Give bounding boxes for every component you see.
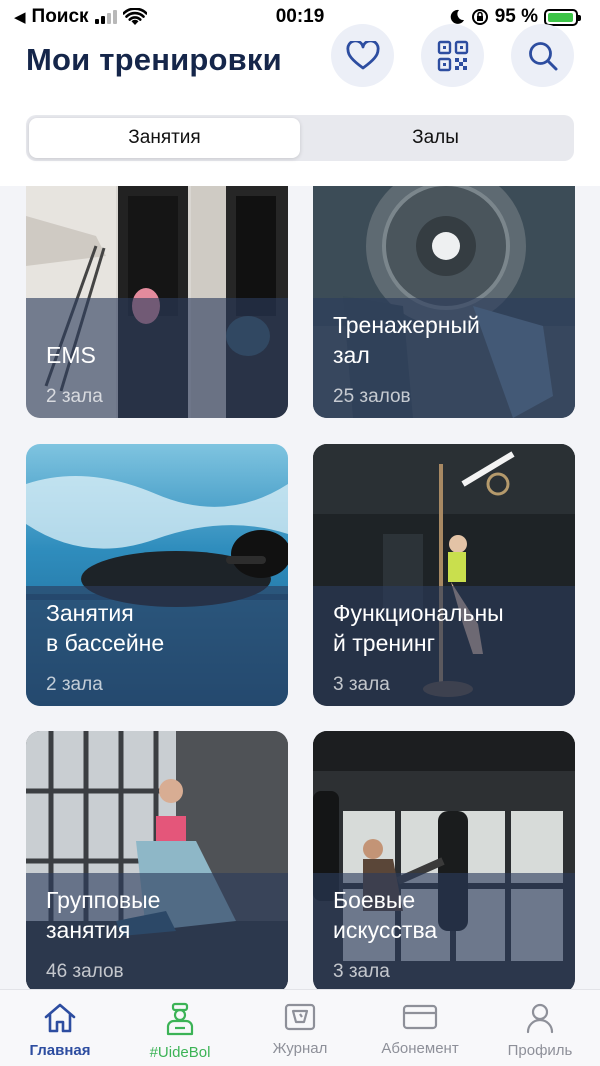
- header-actions: [331, 24, 574, 87]
- journal-icon: [284, 1003, 316, 1031]
- category-count: 46 залов: [46, 961, 124, 982]
- tab-label: Журнал: [272, 1040, 328, 1057]
- bottom-tab-bar: Главная #UideBol Журнал Абонемент Профил…: [0, 989, 600, 1066]
- category-title: Тренажерный зал: [333, 312, 480, 368]
- tab-subscription[interactable]: Абонемент: [360, 1002, 480, 1057]
- category-card-pool[interactable]: Занятия в бассейне 2 зала: [26, 444, 288, 706]
- home-icon: [44, 1003, 76, 1033]
- workout-categories-grid: EMS 2 зала Тренажерный зал 25 залов Заня…: [0, 186, 600, 989]
- category-count: 3 зала: [333, 961, 390, 982]
- segment-gyms[interactable]: Залы: [300, 118, 571, 158]
- tab-profile[interactable]: Профиль: [480, 1002, 600, 1059]
- category-count: 3 зала: [333, 674, 390, 695]
- search-button[interactable]: [511, 24, 574, 87]
- tab-label: Абонемент: [381, 1040, 459, 1057]
- heart-icon: [345, 40, 380, 69]
- category-title: Функциональны й тренинг: [333, 600, 504, 656]
- tab-uidebol[interactable]: #UideBol: [120, 1002, 240, 1061]
- category-title: Занятия в бассейне: [46, 600, 165, 656]
- category-card-martial-arts[interactable]: Боевые искусства 3 зала: [313, 731, 575, 989]
- category-count: 25 залов: [333, 386, 411, 407]
- category-count: 2 зала: [46, 386, 103, 407]
- category-card-group[interactable]: Групповые занятия 46 залов: [26, 731, 288, 989]
- category-title: Групповые занятия: [46, 887, 161, 943]
- segment-classes[interactable]: Занятия: [29, 118, 300, 158]
- tab-home[interactable]: Главная: [0, 1002, 120, 1059]
- category-card-functional[interactable]: Функциональны й тренинг 3 зала: [313, 444, 575, 706]
- qr-code-icon: [437, 40, 468, 71]
- category-count: 2 зала: [46, 674, 103, 695]
- tab-label: Профиль: [507, 1042, 573, 1059]
- qr-code-button[interactable]: [421, 24, 484, 87]
- segmented-control: Занятия Залы: [26, 115, 574, 161]
- category-card-ems[interactable]: EMS 2 зала: [26, 186, 288, 418]
- profile-icon: [526, 1003, 554, 1034]
- header: Мои тренировки: [0, 20, 600, 100]
- tab-label: Главная: [29, 1042, 91, 1059]
- category-card-gym[interactable]: Тренажерный зал 25 залов: [313, 186, 575, 418]
- favorites-button[interactable]: [331, 24, 394, 87]
- category-title: Боевые искусства: [333, 887, 438, 943]
- card-icon: [402, 1004, 438, 1030]
- tab-journal[interactable]: Журнал: [240, 1002, 360, 1057]
- search-icon: [528, 41, 557, 70]
- trainer-icon: [166, 1002, 194, 1036]
- page-title: Мои тренировки: [26, 42, 282, 77]
- category-title: EMS: [46, 342, 96, 368]
- tab-label: #UideBol: [149, 1044, 211, 1061]
